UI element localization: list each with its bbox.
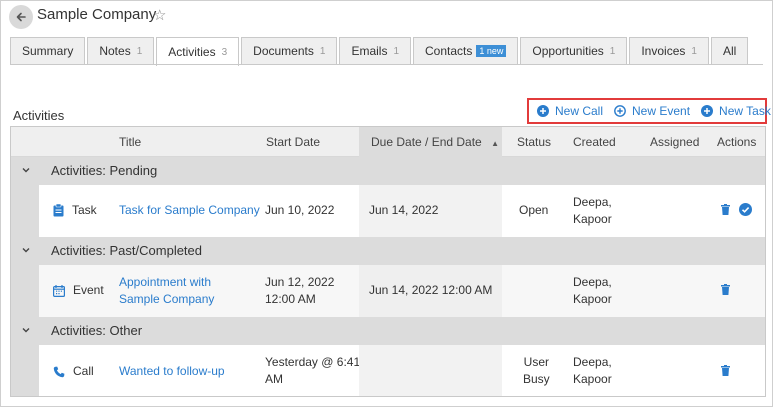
due-date: Jun 14, 2022 12:00 AM (369, 283, 493, 297)
group-header-past-completed[interactable]: Activities: Past/Completed (11, 237, 765, 265)
status: User Busy (523, 355, 550, 386)
tab-emails[interactable]: Emails 1 (339, 37, 412, 64)
new-task-button[interactable]: New Task (701, 104, 771, 118)
tab-count: 1 (393, 45, 400, 57)
sorted-column-bg (359, 345, 502, 396)
chevron-down-icon[interactable] (21, 245, 31, 255)
new-activity-actions: New Call New Event New Task (527, 98, 771, 124)
back-button[interactable] (9, 5, 33, 29)
tab-divider (10, 64, 763, 65)
column-header-assigned[interactable]: Assigned (650, 127, 699, 157)
activity-type: Call (53, 363, 94, 380)
calendar-icon (53, 284, 65, 297)
tab-count: 1 (609, 45, 616, 57)
tab-all[interactable]: All (710, 37, 749, 64)
group-label: Activities: Pending (51, 163, 158, 178)
tab-activities[interactable]: Activities 3 (156, 37, 240, 66)
column-header-title[interactable]: Title (119, 127, 141, 157)
activity-title-link[interactable]: Wanted to follow-up (119, 363, 225, 380)
column-header-start-date[interactable]: Start Date (266, 127, 320, 157)
status: Open (519, 203, 549, 217)
group-label: Activities: Other (51, 323, 143, 338)
due-date: Jun 14, 2022 (369, 203, 439, 217)
activities-table: Title Start Date Due Date / End Date ▲ S… (10, 126, 766, 397)
clipboard-icon (53, 204, 64, 217)
start-date: Yesterday @ 6:41 AM (265, 355, 361, 386)
start-date: Jun 12, 2022 12:00 AM (265, 275, 335, 306)
chevron-down-icon[interactable] (21, 165, 31, 175)
tab-count: 1 (136, 45, 143, 57)
plus-circle-icon (701, 105, 714, 117)
plus-circle-icon (614, 105, 626, 117)
created-by: Deepa, Kapoor (573, 275, 612, 306)
table-header: Title Start Date Due Date / End Date ▲ S… (11, 127, 765, 157)
tab-contacts[interactable]: Contacts 1 new (413, 37, 519, 64)
column-header-due-date[interactable]: Due Date / End Date ▲ (359, 127, 502, 157)
row-gutter (11, 345, 39, 396)
activity-type: Event (53, 282, 104, 299)
sort-ascending-icon: ▲ (491, 139, 499, 148)
trash-icon[interactable] (721, 365, 730, 376)
plus-circle-icon (537, 105, 549, 117)
section-title: Activities (13, 108, 65, 123)
group-label: Activities: Past/Completed (51, 243, 203, 258)
activity-type: Task (53, 202, 97, 219)
activity-title-link[interactable]: Task for Sample Company (119, 202, 260, 219)
tab-count: 1 (691, 45, 697, 57)
check-circle-icon[interactable] (739, 203, 752, 216)
tab-count: 3 (221, 46, 228, 58)
trash-icon[interactable] (721, 284, 730, 295)
tab-summary[interactable]: Summary (10, 37, 86, 64)
table-row: Task Task for Sample Company Jun 10, 202… (39, 185, 765, 237)
row-gutter (11, 185, 39, 237)
column-header-status[interactable]: Status (517, 127, 551, 157)
arrow-left-icon (16, 12, 26, 22)
column-header-created[interactable]: Created (573, 127, 616, 157)
group-header-pending[interactable]: Activities: Pending (11, 157, 765, 185)
row-gutter (11, 265, 39, 317)
chevron-down-icon[interactable] (21, 325, 31, 335)
column-header-actions: Actions (717, 135, 757, 149)
tab-documents[interactable]: Documents 1 (241, 37, 338, 64)
new-event-button[interactable]: New Event (614, 104, 690, 118)
created-by: Deepa, Kapoor (573, 195, 612, 226)
trash-icon[interactable] (721, 204, 730, 215)
tab-opportunities[interactable]: Opportunities 1 (520, 37, 628, 64)
table-row: Call Wanted to follow-up Yesterday @ 6:4… (39, 345, 765, 396)
tab-bar: Summary Notes 1 Activities 3 Documents 1 Em… (10, 37, 750, 66)
created-by: Deepa, Kapoor (573, 355, 612, 386)
page-title: Sample Company (37, 6, 157, 23)
new-badge: 1 new (476, 45, 507, 57)
table-row: Event Appointment with Sample Company Ju… (39, 265, 765, 317)
new-call-button[interactable]: New Call (537, 104, 603, 118)
favorite-star-icon[interactable]: ☆ (153, 6, 166, 24)
activity-title-link[interactable]: Appointment with Sample Company (119, 274, 214, 308)
tab-invoices[interactable]: Invoices 1 (629, 37, 709, 64)
group-header-other[interactable]: Activities: Other (11, 317, 765, 345)
start-date: Jun 10, 2022 (265, 203, 335, 217)
tab-notes[interactable]: Notes 1 (87, 37, 155, 64)
tab-count: 1 (319, 45, 326, 57)
phone-icon (53, 366, 65, 377)
